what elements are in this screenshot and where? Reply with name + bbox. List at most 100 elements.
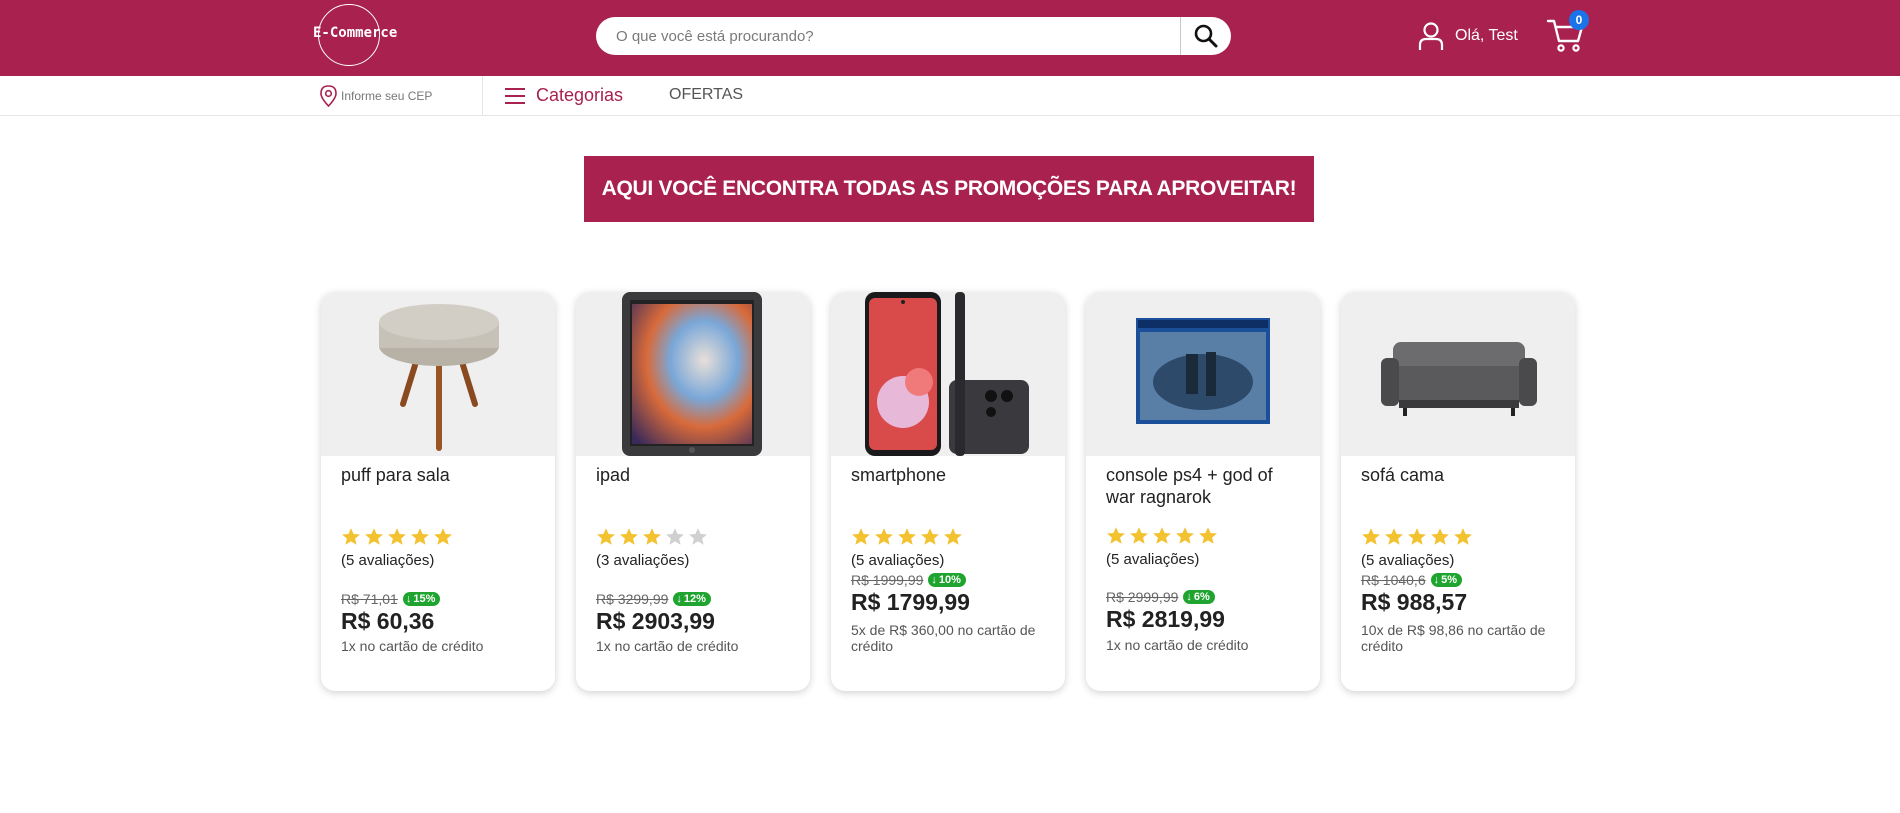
discount-badge: ↓ 6% bbox=[1183, 590, 1215, 604]
installments-text: 10x de R$ 98,86 no cartão de crédito bbox=[1361, 622, 1546, 654]
logo-text[interactable]: E-Commerce bbox=[313, 25, 397, 41]
console-box-image bbox=[1136, 318, 1270, 424]
discount-value: 10% bbox=[938, 574, 961, 586]
product-card[interactable]: ipad (3 avaliações) R$ 3299,99 ↓ 12% R$ 2… bbox=[576, 292, 810, 691]
star-filled-icon bbox=[1199, 527, 1217, 544]
arrow-down-icon: ↓ bbox=[931, 574, 937, 586]
puff-image bbox=[379, 304, 499, 451]
search-input[interactable] bbox=[596, 17, 1180, 55]
product-image-area bbox=[1086, 292, 1320, 456]
arrow-down-icon: ↓ bbox=[1433, 574, 1440, 586]
user-icon bbox=[1418, 22, 1444, 50]
rating-stars bbox=[1361, 527, 1561, 549]
sofa-image bbox=[1381, 342, 1537, 416]
product-card[interactable]: sofá cama (5 avaliações) R$ 1040,6 ↓ 5% R… bbox=[1341, 292, 1575, 691]
installments-text: 1x no cartão de crédito bbox=[1106, 637, 1249, 653]
search-icon bbox=[1194, 24, 1218, 48]
discount-badge: ↓ 10% bbox=[928, 573, 966, 587]
review-count: (5 avaliações) bbox=[851, 552, 945, 569]
old-price: R$ 2999,99 bbox=[1106, 589, 1179, 605]
review-count: (3 avaliações) bbox=[596, 552, 690, 569]
rating-stars bbox=[341, 527, 541, 549]
cep-selector[interactable]: Informe seu CEP bbox=[320, 85, 432, 107]
current-price: R$ 2903,99 bbox=[596, 608, 715, 634]
old-price: R$ 1040,6 bbox=[1361, 572, 1426, 588]
product-image-area bbox=[576, 292, 810, 456]
cart-count-badge: 0 bbox=[1569, 10, 1589, 30]
hamburger-menu-icon bbox=[505, 87, 525, 104]
discount-value: 15% bbox=[413, 593, 436, 605]
star-filled-icon bbox=[388, 528, 406, 545]
user-greeting: Olá, Test bbox=[1455, 27, 1518, 44]
product-card[interactable]: puff para sala (5 avaliações) R$ 71,01 ↓… bbox=[321, 292, 555, 691]
rating-stars bbox=[851, 527, 1051, 549]
star-filled-icon bbox=[342, 528, 360, 545]
arrow-down-icon: ↓ bbox=[676, 593, 682, 605]
star-filled-icon bbox=[852, 528, 870, 545]
discount-value: 12% bbox=[683, 593, 706, 605]
review-count: (5 avaliações) bbox=[1106, 551, 1200, 568]
current-price: R$ 60,36 bbox=[341, 608, 435, 634]
categories-menu-button[interactable]: Categorias bbox=[504, 85, 623, 106]
star-filled-icon bbox=[1130, 527, 1148, 544]
top-header: E-Commerce Olá, Test 0 bbox=[0, 0, 1900, 76]
star-filled-icon bbox=[643, 528, 661, 545]
star-filled-icon bbox=[921, 528, 939, 545]
product-name: puff para sala bbox=[341, 465, 450, 485]
product-name: smartphone bbox=[851, 465, 947, 485]
user-account-button[interactable]: Olá, Test bbox=[1417, 20, 1518, 52]
arrow-down-icon: ↓ bbox=[1186, 591, 1192, 603]
star-filled-icon bbox=[1107, 527, 1125, 544]
old-price-row: R$ 3299,99 ↓ 12% bbox=[596, 591, 711, 607]
discount-value: 6% bbox=[1193, 591, 1210, 603]
product-name: sofá cama bbox=[1361, 465, 1445, 485]
old-price: R$ 71,01 bbox=[341, 591, 398, 607]
star-filled-icon bbox=[875, 528, 893, 545]
product-image-area bbox=[1341, 292, 1575, 456]
product-image-area bbox=[831, 292, 1065, 456]
offers-link[interactable]: OFERTAS bbox=[669, 86, 743, 104]
installments-text: 1x no cartão de crédito bbox=[596, 638, 739, 654]
product-name: ipad bbox=[596, 465, 631, 485]
rating-stars bbox=[1106, 526, 1306, 548]
star-filled-icon bbox=[1176, 527, 1194, 544]
star-filled-icon bbox=[1454, 528, 1472, 545]
installments-text: 1x no cartão de crédito bbox=[341, 638, 484, 654]
current-price: R$ 988,57 bbox=[1361, 589, 1468, 615]
product-card[interactable]: smartphone (5 avaliações) R$ 1999,99 ↓ 10… bbox=[831, 292, 1065, 691]
categories-label: Categorias bbox=[536, 85, 624, 105]
star-filled-icon bbox=[898, 528, 916, 545]
sub-navigation: Informe seu CEP Categorias OFERTAS bbox=[0, 76, 1900, 116]
search-button[interactable] bbox=[1180, 17, 1231, 55]
discount-value: 5% bbox=[1441, 574, 1458, 586]
arrow-down-icon: ↓ bbox=[405, 593, 412, 605]
search-bar bbox=[596, 17, 1231, 55]
cep-label: Informe seu CEP bbox=[341, 89, 433, 103]
star-filled-icon bbox=[411, 528, 429, 545]
smartphone-image bbox=[865, 292, 1029, 456]
rating-stars bbox=[596, 527, 796, 549]
star-filled-icon bbox=[365, 528, 383, 545]
product-card[interactable]: console ps4 + god of war ragnarok (5 ava… bbox=[1086, 292, 1320, 691]
discount-badge: ↓ 5% bbox=[1430, 573, 1463, 587]
star-empty-icon bbox=[666, 528, 684, 545]
star-filled-icon bbox=[1385, 528, 1403, 545]
current-price: R$ 2819,99 bbox=[1106, 606, 1225, 632]
product-image-area bbox=[321, 292, 555, 456]
discount-badge: ↓ 12% bbox=[673, 592, 711, 606]
tablet-image bbox=[622, 292, 762, 456]
star-filled-icon bbox=[434, 528, 452, 545]
review-count: (5 avaliações) bbox=[1361, 552, 1455, 569]
subnav-divider bbox=[482, 76, 483, 116]
product-name: console ps4 + god of war ragnarok bbox=[1106, 465, 1273, 507]
old-price: R$ 1999,99 bbox=[851, 572, 924, 588]
star-filled-icon bbox=[1408, 528, 1426, 545]
star-filled-icon bbox=[944, 528, 962, 545]
star-empty-icon bbox=[689, 528, 707, 545]
star-filled-icon bbox=[1431, 528, 1449, 545]
old-price-row: R$ 1999,99 ↓ 10% bbox=[851, 572, 966, 588]
old-price-row: R$ 2999,99 ↓ 6% bbox=[1106, 589, 1215, 605]
star-filled-icon bbox=[1362, 528, 1380, 545]
star-filled-icon bbox=[620, 528, 638, 545]
old-price-row: R$ 1040,6 ↓ 5% bbox=[1361, 572, 1463, 588]
